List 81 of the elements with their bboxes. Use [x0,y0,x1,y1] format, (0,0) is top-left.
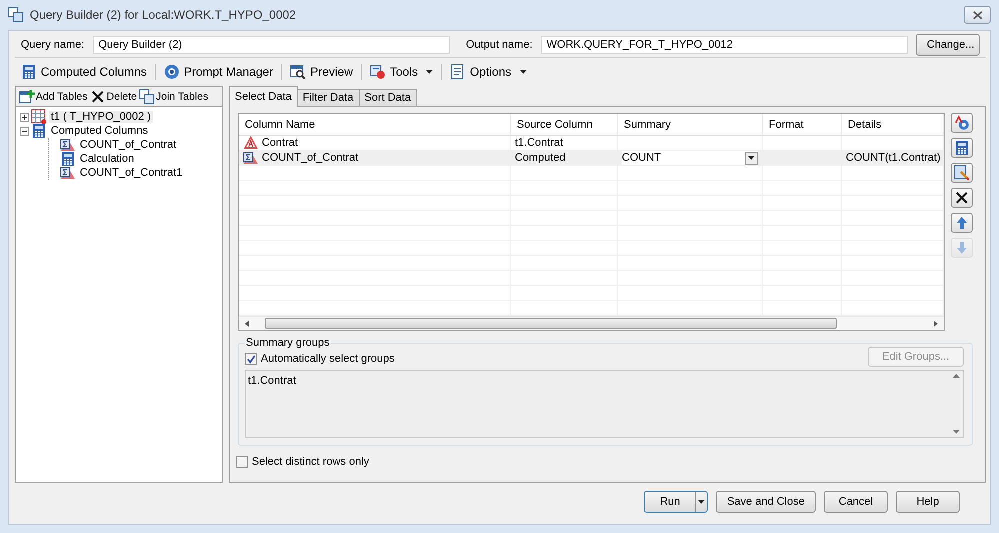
field-label: Output name: [466,38,533,50]
character-column-icon [243,136,259,150]
checkbox-label: Automatically select groups [261,353,395,365]
toolbar-button[interactable]: Add Tables [19,88,88,104]
table-cell: Computed [515,152,566,164]
sigma-icon [60,137,76,153]
close-icon [972,10,982,20]
calculator-icon [21,64,37,80]
join-tables-icon [139,88,156,104]
globe-icon [164,64,180,80]
scroll-up-icon[interactable] [952,374,960,378]
collapse-icon[interactable] [20,126,29,136]
group-title: Summary groups [245,337,331,349]
preview-icon [290,64,306,80]
groups-list[interactable]: t1.Contrat [245,370,964,438]
column-header[interactable]: Format [763,114,842,135]
tools-icon [370,64,386,80]
table-icon [31,109,47,125]
toolbar-button[interactable]: Join Tables [139,88,208,104]
checkbox[interactable] [245,353,257,365]
tree-item[interactable]: Calculation [78,153,136,165]
toolbar-button[interactable]: Delete [90,88,138,104]
dialog-button[interactable]: Save and Close [716,491,816,513]
summary-dropdown[interactable]: COUNT [622,151,758,165]
table-cell: COUNT(t1.Contrat) [846,152,941,164]
scroll-down-icon[interactable] [952,430,960,434]
toolbar-button[interactable]: Computed Columns [19,63,150,81]
table-cell: Contrat [262,137,298,149]
list-item[interactable]: t1.Contrat [248,375,947,387]
run-menu-button[interactable] [695,492,708,512]
query-name-field[interactable]: Query Builder (2) [92,36,450,54]
tab[interactable]: Sort Data [358,89,418,107]
calculator-icon [60,151,76,167]
dialog-button[interactable]: Help [896,491,960,513]
calculator-icon [31,123,47,139]
tab[interactable]: Select Data [229,86,298,107]
tree-item[interactable]: COUNT_of_Contrat1 [78,167,185,179]
column-header[interactable]: Summary [618,114,763,135]
table-cell: t1.Contrat [515,137,564,149]
checkbox-label: Select distinct rows only [252,456,370,468]
output-name-field[interactable]: WORK.QUERY_FOR_T_HYPO_0012 [540,36,908,54]
toolbar-button[interactable]: Options [448,63,528,81]
properties-icon [954,115,970,131]
sigma-icon [243,151,259,165]
sigma-icon [60,165,76,181]
checkbox[interactable] [236,456,248,468]
toolbar-button[interactable]: Prompt Manager [162,63,276,81]
tree-item[interactable]: COUNT_of_Contrat [78,139,179,151]
grid-row[interactable]: COUNT_of_Contrat Computed COUNT COUNT(t1.Contrat) [239,151,944,166]
horizontal-scrollbar[interactable] [239,316,944,330]
options-icon [450,64,466,80]
toolbar-button[interactable]: Tools [368,63,436,81]
tab[interactable]: Filter Data [296,89,360,107]
app-icon [8,7,24,23]
window-title: Query Builder (2) for Local:WORK.T_HYPO_0002 [30,8,296,22]
caret-icon [426,70,434,74]
close-button[interactable] [964,6,991,24]
caret-icon [748,156,755,160]
calculator-icon [954,140,970,156]
edit-icon [954,165,970,181]
field-label: Query name: [21,38,85,50]
dialog-button[interactable]: Cancel [824,491,888,513]
add-table-icon [19,88,35,104]
scroll-right-icon[interactable] [932,320,940,328]
side-button[interactable] [951,188,973,208]
column-header[interactable]: Column Name [239,114,511,135]
delete-icon [90,88,106,104]
column-header[interactable]: Source Column [511,114,618,135]
arrow-up-icon [954,215,970,231]
scroll-left-icon[interactable] [243,320,251,328]
column-header[interactable]: Details [842,114,944,135]
tree-item[interactable]: Computed Columns [49,125,150,137]
tree-item[interactable]: t1 ( T_HYPO_0002 ) [49,111,154,123]
delete-icon [954,190,970,206]
caret-icon [698,500,706,504]
caret-icon [520,70,526,74]
change-button[interactable]: Change... [916,34,980,56]
table-cell: COUNT_of_Contrat [262,152,359,164]
toolbar-button[interactable]: Preview [288,63,356,81]
arrow-down-icon [954,240,970,256]
expand-icon[interactable] [20,112,29,122]
